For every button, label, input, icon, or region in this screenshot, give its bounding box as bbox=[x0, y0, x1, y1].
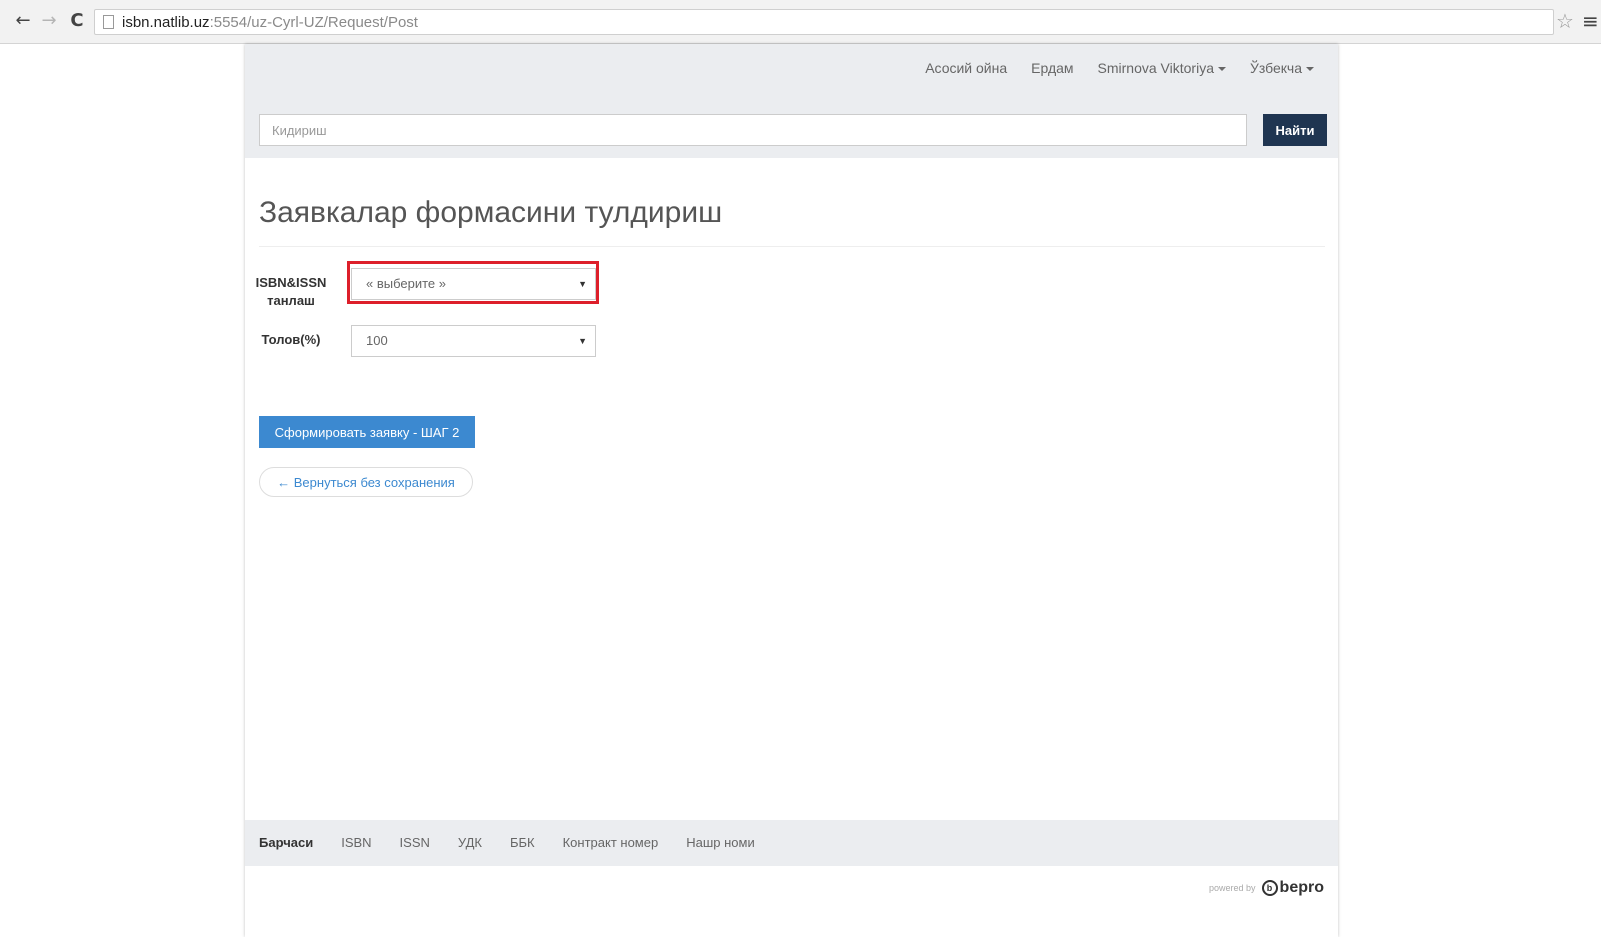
submit-step2-button[interactable]: Сформировать заявку - ШАГ 2 bbox=[259, 416, 475, 448]
back-without-saving-button[interactable]: ← Вернуться без сохранения bbox=[259, 467, 473, 497]
dropdown-arrow-icon: ▼ bbox=[578, 336, 587, 346]
footer-link[interactable]: УДК bbox=[458, 835, 482, 850]
bookmark-star-icon[interactable]: ☆ bbox=[1556, 9, 1574, 33]
user-menu[interactable]: Smirnova Viktoriya bbox=[1086, 60, 1238, 76]
dropdown-arrow-icon: ▼ bbox=[578, 279, 587, 289]
nav-help-link[interactable]: Ердам bbox=[1019, 60, 1085, 76]
page-icon bbox=[103, 15, 114, 29]
page-title: Заявкалар формасини тулдириш bbox=[259, 196, 723, 229]
footer-navigation: Барчаси ISBN ISSN УДК ББК Контракт номер Нашр … bbox=[245, 820, 1338, 866]
caret-down-icon bbox=[1306, 67, 1314, 72]
url-text: isbn.natlib.uz:5554/uz-Cyrl-UZ/Request/P… bbox=[122, 14, 418, 31]
isbn-issn-select-value: « выберите » bbox=[366, 276, 446, 291]
footer-link[interactable]: ISSN bbox=[400, 835, 430, 850]
powered-by: powered by b bepro bbox=[1209, 879, 1324, 897]
payment-percent-label: Толов(%) bbox=[261, 332, 321, 347]
footer-link[interactable]: Барчаси bbox=[259, 835, 313, 850]
user-name: Smirnova Viktoriya bbox=[1097, 60, 1214, 76]
search-bar: Найти bbox=[259, 114, 1327, 146]
isbn-issn-select[interactable]: « выберите » ▼ bbox=[351, 268, 596, 300]
browser-menu-icon[interactable]: ≡ bbox=[1582, 9, 1599, 33]
language-name: Ўзбекча bbox=[1249, 60, 1302, 76]
powered-by-text: powered by bbox=[1209, 883, 1256, 893]
search-button[interactable]: Найти bbox=[1263, 114, 1327, 146]
payment-percent-value: 100 bbox=[366, 333, 388, 348]
payment-percent-select[interactable]: 100 ▼ bbox=[351, 325, 596, 357]
reload-icon[interactable]: C bbox=[66, 10, 88, 32]
address-bar[interactable]: isbn.natlib.uz:5554/uz-Cyrl-UZ/Request/P… bbox=[94, 9, 1554, 35]
isbn-issn-label: ISBN&ISSN танлаш bbox=[255, 275, 327, 308]
page-container: Асосий ойна Ердам Smirnova Viktoriya Ўзб… bbox=[245, 44, 1338, 937]
bepro-logo-icon: b bbox=[1261, 880, 1278, 896]
back-arrow-icon[interactable]: ← bbox=[12, 10, 34, 32]
header: Асосий ойна Ердам Smirnova Viktoriya Ўзб… bbox=[245, 44, 1338, 158]
caret-down-icon bbox=[1217, 67, 1226, 72]
divider bbox=[259, 246, 1325, 247]
forward-arrow-icon[interactable]: → bbox=[38, 10, 60, 32]
search-input[interactable] bbox=[259, 114, 1247, 146]
language-menu[interactable]: Ўзбекча bbox=[1238, 60, 1326, 76]
footer-link[interactable]: Контракт номер bbox=[563, 835, 659, 850]
top-navigation: Асосий ойна Ердам Smirnova Viktoriya Ўзб… bbox=[913, 60, 1326, 76]
browser-toolbar: ← → C isbn.natlib.uz:5554/uz-Cyrl-UZ/Req… bbox=[0, 0, 1601, 44]
bepro-brand[interactable]: bepro bbox=[1280, 879, 1324, 897]
footer-link[interactable]: Нашр номи bbox=[686, 835, 755, 850]
footer-link[interactable]: ISBN bbox=[341, 835, 371, 850]
nav-home-link[interactable]: Асосий ойна bbox=[913, 60, 1019, 76]
footer-link[interactable]: ББК bbox=[510, 835, 535, 850]
footer-links: Барчаси ISBN ISSN УДК ББК Контракт номер Нашр … bbox=[259, 835, 783, 850]
